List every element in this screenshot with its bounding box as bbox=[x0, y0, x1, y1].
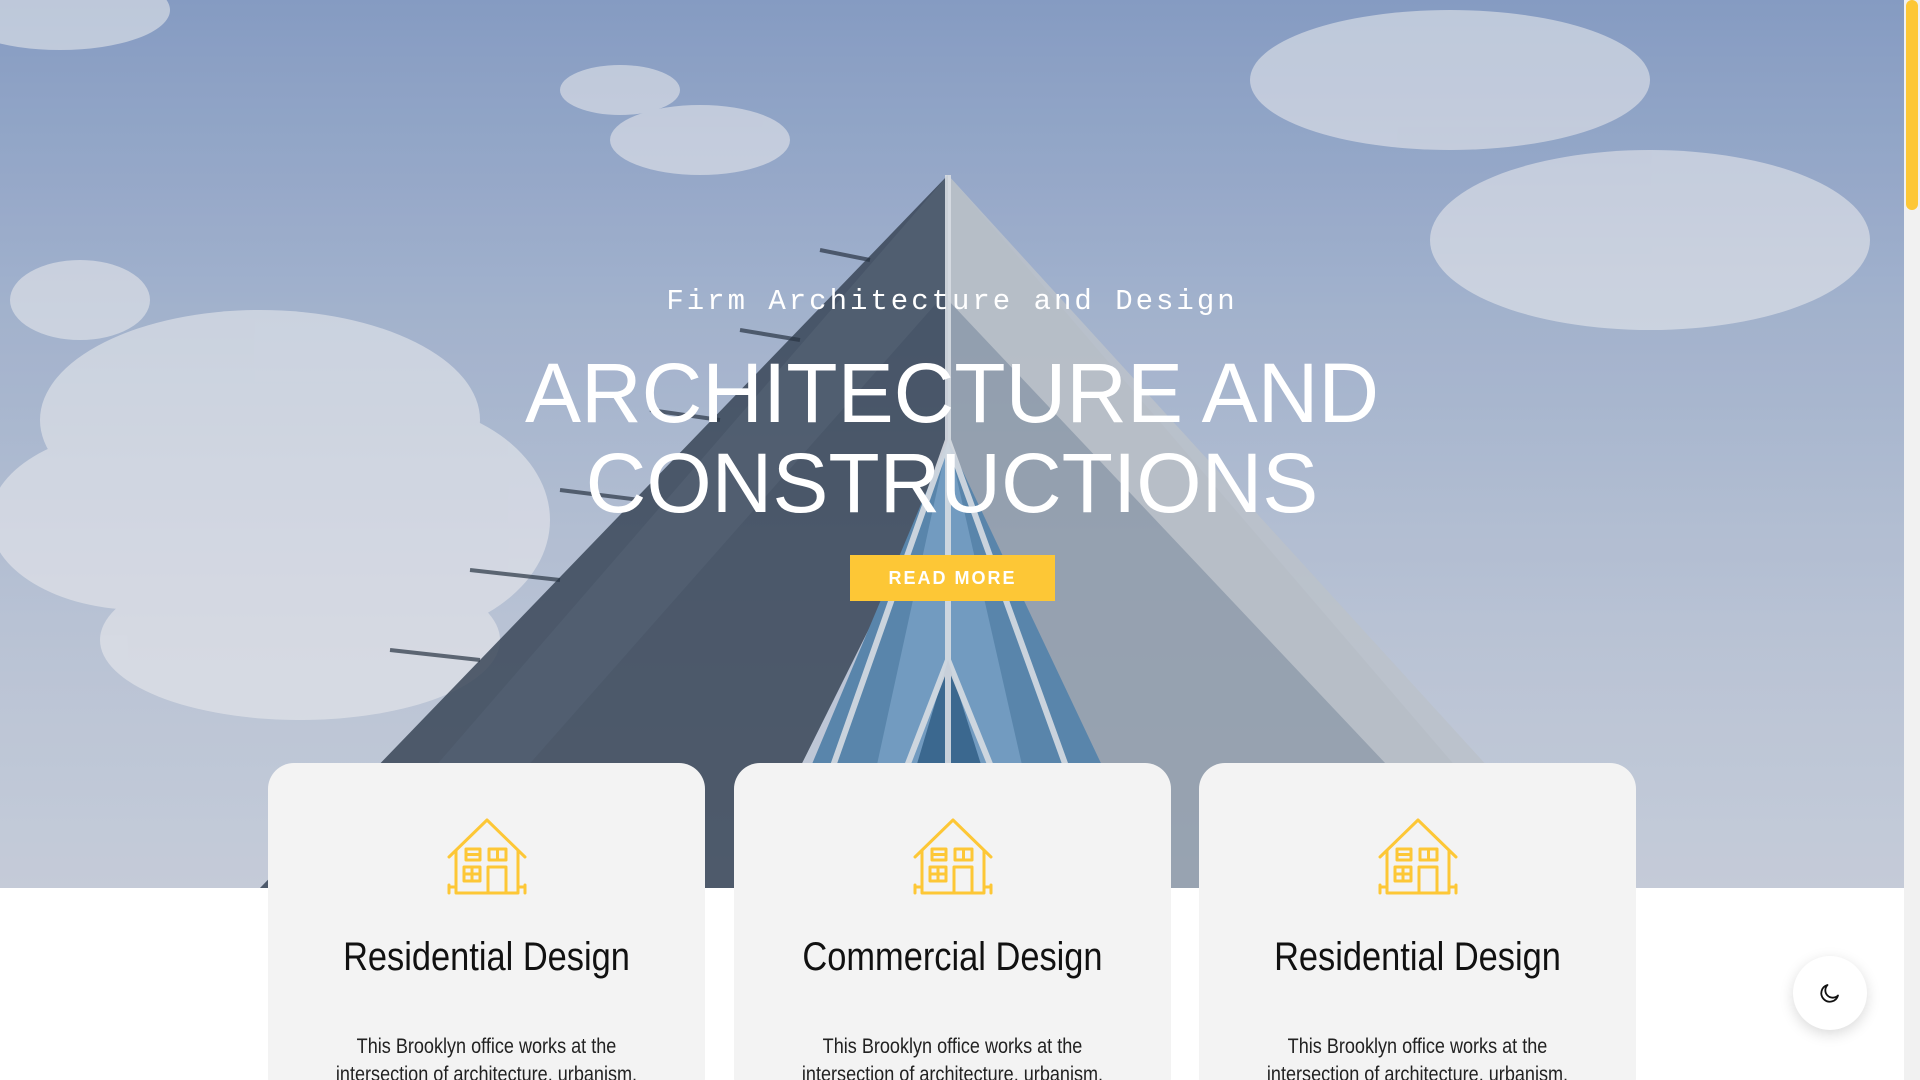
services-cards: Residential Design This Brooklyn office … bbox=[0, 0, 1904, 1080]
card-title: Residential Design bbox=[1274, 935, 1561, 979]
card-description: This Brooklyn office works at the inters… bbox=[801, 1035, 1104, 1080]
page: Firm Architecture and Design ARCHITECTUR… bbox=[0, 0, 1904, 1080]
service-card-residential-1[interactable]: Residential Design This Brooklyn office … bbox=[268, 763, 705, 1080]
house-icon bbox=[1378, 818, 1458, 895]
service-card-commercial[interactable]: Commercial Design This Brooklyn office w… bbox=[734, 763, 1171, 1080]
vertical-scrollbar[interactable] bbox=[1904, 0, 1920, 1080]
theme-toggle-button[interactable] bbox=[1793, 956, 1867, 1030]
browser-viewport: Firm Architecture and Design ARCHITECTUR… bbox=[0, 0, 1920, 1080]
card-description: This Brooklyn office works at the inters… bbox=[1266, 1035, 1569, 1080]
card-title: Residential Design bbox=[343, 935, 630, 979]
house-icon bbox=[447, 818, 527, 895]
moon-icon bbox=[1820, 984, 1839, 1003]
card-description: This Brooklyn office works at the inters… bbox=[335, 1035, 638, 1080]
scrollbar-thumb[interactable] bbox=[1906, 0, 1918, 210]
house-icon bbox=[913, 818, 993, 895]
card-title: Commercial Design bbox=[802, 935, 1103, 979]
service-card-residential-2[interactable]: Residential Design This Brooklyn office … bbox=[1199, 763, 1636, 1080]
